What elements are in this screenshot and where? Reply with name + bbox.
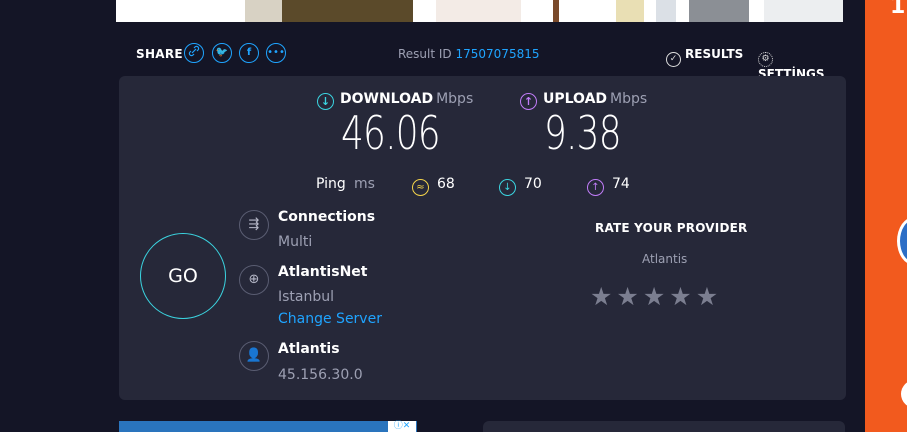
upload-latency-icon: ↑ (587, 179, 604, 196)
ping-upload-value: 74 (612, 176, 630, 192)
ad-image-3[interactable] (436, 0, 521, 22)
ping-unit: ms (354, 176, 375, 192)
client-ip: 45.156.30.0 (278, 367, 363, 383)
ping-label: Ping (316, 176, 346, 192)
results-label: RESULTS (685, 47, 744, 61)
ping-download: ↓ 70 (499, 176, 542, 196)
star-rating[interactable]: ★ ★ ★ ★ ★ (590, 282, 722, 311)
star-icon[interactable]: ★ (669, 282, 691, 311)
rate-provider-name: Atlantis (642, 252, 688, 266)
download-label: DOWNLOAD (340, 91, 434, 107)
ad-image-2[interactable] (282, 0, 413, 22)
ad-image-5[interactable] (616, 0, 644, 22)
change-server-link[interactable]: Change Server (278, 311, 382, 327)
facebook-icon[interactable]: f (239, 43, 259, 63)
star-icon[interactable]: ★ (616, 282, 638, 311)
server-name: AtlantisNet (278, 264, 368, 280)
rail-avatar[interactable] (897, 217, 907, 265)
gear-icon: ⚙ (758, 52, 773, 67)
results-button[interactable]: ✓ RESULTS (666, 47, 743, 67)
connections-title: Connections (278, 209, 376, 225)
star-icon[interactable]: ★ (590, 282, 612, 311)
ping-idle-value: 68 (437, 176, 455, 192)
ad-choices-icon[interactable]: ⓘ✕ (388, 421, 416, 432)
speedtest-panel: ↓ DOWNLOAD Mbps 46.06 ↑ UPLOAD Mbps 9.38 Pin… (119, 76, 846, 400)
download-unit: Mbps (436, 91, 474, 107)
download-arrow-icon: ↓ (317, 93, 334, 110)
client-isp: Atlantis (278, 341, 340, 357)
ad-image-7[interactable] (689, 0, 749, 22)
left-gutter (0, 0, 116, 432)
ad-image-1[interactable] (245, 0, 282, 22)
globe-icon: ⊕ (239, 265, 269, 295)
check-circle-icon: ✓ (666, 52, 681, 67)
ping-upload: ↑ 74 (587, 176, 630, 196)
upload-arrow-icon: ↑ (520, 93, 537, 110)
upload-unit: Mbps (610, 91, 648, 107)
ping-idle: ≈68 (412, 176, 455, 196)
bottom-card (483, 421, 845, 432)
user-icon: 👤 (239, 341, 269, 371)
result-id-value[interactable]: 17507075815 (456, 47, 540, 61)
toolbar-row: SHARE 🐦 f ••• Result ID 17507075815 ✓ RES… (136, 43, 842, 81)
connections-value[interactable]: Multi (278, 234, 312, 250)
rail-circle[interactable] (901, 380, 907, 408)
ping-download-value: 70 (524, 176, 542, 192)
ad-image-8[interactable] (764, 0, 843, 22)
idle-latency-icon: ≈ (412, 179, 429, 196)
star-icon[interactable]: ★ (643, 282, 665, 311)
upload-label: UPLOAD (543, 91, 608, 107)
star-icon[interactable]: ★ (696, 282, 718, 311)
result-id-label: Result ID (398, 47, 452, 61)
upload-value: 9.38 (544, 106, 622, 160)
share-label: SHARE (136, 47, 183, 61)
download-latency-icon: ↓ (499, 179, 516, 196)
twitter-icon[interactable]: 🐦 (212, 43, 232, 63)
ad-image-6[interactable] (656, 0, 676, 22)
go-button[interactable]: GO (140, 233, 226, 319)
result-id: Result ID 17507075815 (398, 47, 539, 61)
more-icon[interactable]: ••• (266, 43, 286, 63)
connections-icon: ⇶ (239, 210, 269, 240)
download-value: 46.06 (341, 106, 441, 160)
server-location: Istanbul (278, 289, 335, 305)
link-icon[interactable] (184, 43, 204, 63)
rate-provider-title: RATE YOUR PROVIDER (595, 221, 748, 235)
right-side-ad[interactable]: 1 (865, 0, 907, 432)
ping-row: Ping ms ≈68 ↓ 70 ↑ 74 (316, 176, 716, 196)
ad-image-4[interactable] (553, 0, 559, 22)
top-ad-banner[interactable] (116, 0, 843, 22)
bottom-ad[interactable] (119, 421, 417, 432)
rail-glyph-icon: 1 (890, 0, 906, 19)
